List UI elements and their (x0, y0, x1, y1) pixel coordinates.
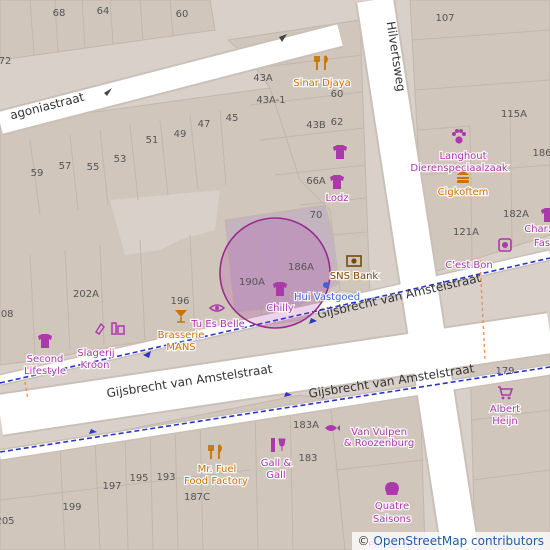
poi-label: Albert (490, 404, 520, 415)
bakery-icon (385, 482, 399, 495)
poi-label: Hui Vastgoed (294, 292, 360, 303)
house-number: 57 (59, 161, 72, 172)
house-number: 202A (73, 289, 99, 300)
house-number: 187C (184, 492, 210, 503)
poi-label: Sinar Djaya (293, 78, 351, 89)
poi-label: SNS Bank (330, 271, 379, 282)
poi-label: Kroon (80, 360, 109, 371)
poi-label: & Roozenburg (344, 438, 414, 449)
poi-label: MANS (166, 342, 195, 353)
house-number: 205 (0, 516, 15, 527)
house-number: 195 (129, 473, 148, 484)
poi-label: Brasserie (158, 330, 205, 341)
copyright-symbol: © (357, 534, 370, 548)
house-number: 49 (174, 129, 187, 140)
house-number: 190A (239, 277, 265, 288)
house-number: 115A (501, 109, 527, 120)
house-number: 186A (288, 262, 314, 273)
poi-label: Cigkoftem (438, 187, 489, 198)
poi-label: Saisons (373, 514, 411, 525)
house-number: 199 (62, 502, 81, 513)
house-number: 183 (298, 453, 317, 464)
poi-label: Quatre (375, 501, 409, 512)
house-number: 43B (306, 120, 326, 131)
house-number: 47 (198, 119, 211, 130)
house-number: 68 (53, 8, 66, 19)
house-number: 72 (0, 56, 11, 67)
poi-label: Slagerij (77, 348, 114, 359)
office-dot-icon (323, 282, 329, 288)
house-number: 60 (176, 9, 189, 20)
poi-label: Chilly (266, 303, 294, 314)
house-number: 59 (31, 168, 44, 179)
house-number: 179 (495, 366, 514, 377)
poi-label: Gall (266, 470, 285, 481)
house-number: 197 (102, 481, 121, 492)
house-number: 182A (503, 209, 529, 220)
house-number: 186 (532, 148, 550, 159)
house-number: 43A (253, 73, 273, 84)
poi-label: Heijn (492, 416, 518, 427)
house-number: 64 (97, 6, 110, 17)
poi-label: Van Vulpen (351, 427, 407, 438)
house-number: 66A (306, 176, 326, 187)
house-number: 208 (0, 309, 14, 320)
house-number: 55 (87, 162, 100, 173)
house-number: 107 (435, 13, 454, 24)
attribution: © OpenStreetMap contributors (351, 532, 550, 550)
tram-direction-arrow (89, 429, 97, 434)
house-number: 183A (293, 420, 319, 431)
poi-label: Dierenspeciaalzaak (410, 163, 508, 174)
poi-label: Fas… (534, 238, 550, 249)
fast-food-icon (457, 171, 469, 183)
map-canvas[interactable]: Hilvertsweg agoniastraat Gijsbrecht van … (0, 0, 550, 550)
house-number: 70 (310, 210, 323, 221)
poi-label: C'est Bon (445, 260, 493, 271)
house-number: 45 (226, 113, 239, 124)
poi-label: Lodz (325, 193, 348, 204)
map-svg: Hilvertsweg agoniastraat Gijsbrecht van … (0, 0, 550, 550)
house-number: 193 (156, 472, 175, 483)
poi-label: Food Factory (184, 476, 248, 487)
house-number: 62 (331, 117, 344, 128)
house-number: 43A-1 (256, 95, 285, 106)
poi-label: Char… (524, 224, 550, 235)
poi-label: Mr. Fuel (198, 464, 237, 475)
poi-label: Lifestyle (24, 366, 66, 377)
poi-label: Gall & (261, 458, 292, 469)
poi-label: Langhout (439, 151, 486, 162)
building-block (329, 384, 426, 550)
poi-label: Second (27, 354, 64, 365)
poi-label: Tu Es Belle (190, 319, 245, 330)
house-number: 51 (146, 135, 159, 146)
house-number: 121A (453, 227, 479, 238)
tram-direction-arrow (309, 318, 317, 324)
house-number: 196 (170, 296, 189, 307)
osm-contributors-link[interactable]: OpenStreetMap contributors (373, 534, 544, 548)
house-number: 60 (331, 89, 344, 100)
house-number: 53 (114, 154, 127, 165)
